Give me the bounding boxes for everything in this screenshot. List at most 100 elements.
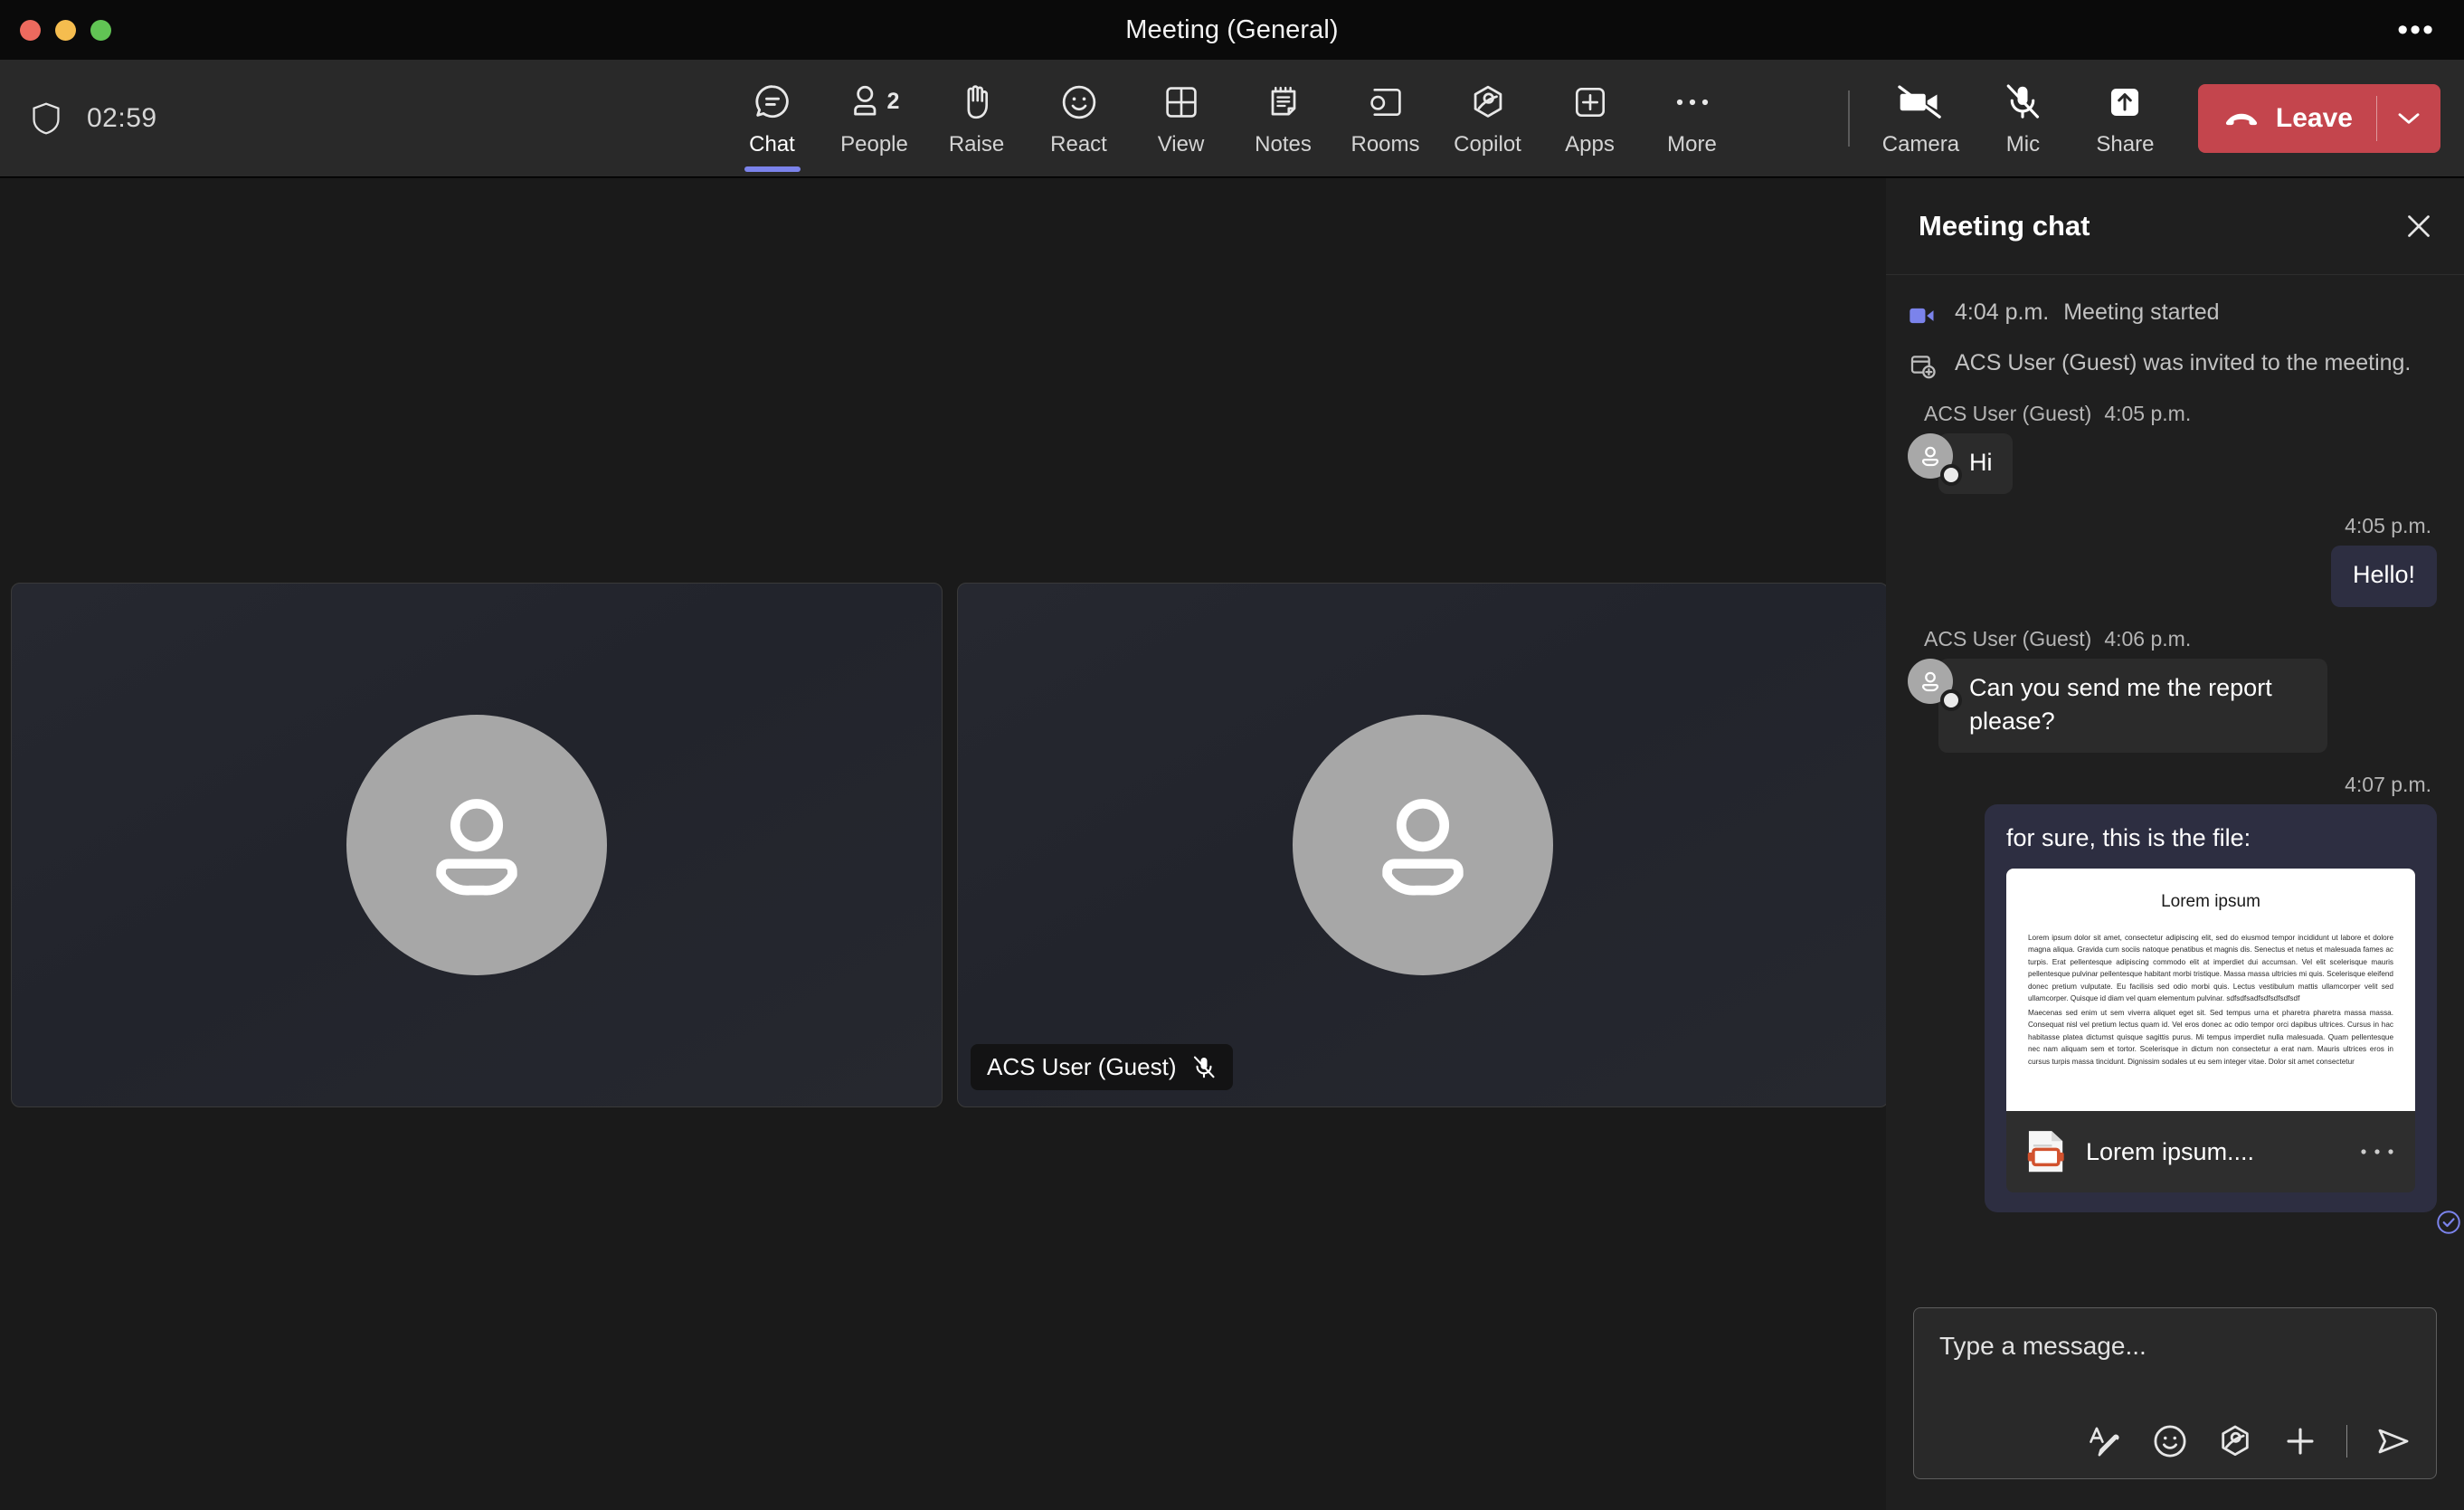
- toolbar-label-apps: Apps: [1565, 131, 1615, 157]
- mic-off-icon: [1191, 1054, 1217, 1081]
- presence-badge: [1940, 689, 1962, 711]
- video-tile-remote[interactable]: ACS User (Guest): [957, 583, 1889, 1107]
- close-icon[interactable]: [2402, 210, 2435, 242]
- chat-message-list[interactable]: 4:04 p.m. Meeting started ACS User (Guest…: [1886, 275, 2464, 1295]
- toolbar-label-view: View: [1157, 131, 1205, 157]
- preview-paragraph-2: Maecenas sed enim ut sem viverra aliquet…: [2028, 1008, 2393, 1066]
- avatar: [1293, 715, 1553, 975]
- avatar: [1908, 658, 1962, 711]
- message-time: 4:07 p.m.: [2345, 773, 2431, 796]
- chat-message-outgoing-file: 4:07 p.m. for sure, this is the file: Lo…: [1908, 773, 2460, 1234]
- title-bar: Meeting (General) •••: [0, 0, 2464, 60]
- toolbar-label-camera: Camera: [1881, 132, 1960, 157]
- toolbar-button-view[interactable]: View: [1130, 70, 1232, 167]
- toolbar-button-copilot[interactable]: Copilot: [1436, 70, 1539, 167]
- leave-meeting-main[interactable]: Leave: [2198, 84, 2376, 153]
- rooms-icon: [1367, 81, 1405, 124]
- chevron-down-icon: [2395, 109, 2422, 128]
- video-tile-local[interactable]: [11, 583, 943, 1107]
- preview-paragraph-1: Lorem ipsum dolor sit amet, consectetur …: [2028, 934, 2393, 1003]
- toolbar-button-people[interactable]: 2 People: [823, 70, 925, 167]
- message-bubble: Hello!: [2330, 546, 2437, 607]
- message-input[interactable]: Type a message...: [1914, 1308, 2436, 1361]
- chat-message-incoming-2: ACS User (Guest) 4:06 p.m. Can you send m…: [1908, 627, 2437, 753]
- file-preview-thumbnail: Lorem ipsum Lorem ipsum dolor sit amet, …: [2006, 869, 2415, 1111]
- avatar: [346, 715, 607, 975]
- message-time: 4:06 p.m.: [2104, 626, 2192, 651]
- share-screen-icon: [2106, 81, 2144, 124]
- toolbar-button-raise[interactable]: Raise: [925, 70, 1028, 167]
- participant-name: ACS User (Guest): [987, 1053, 1177, 1080]
- message-row: Hi: [1908, 433, 2437, 495]
- camera-off-icon: [1898, 81, 1943, 124]
- leave-meeting-button[interactable]: Leave: [2197, 84, 2440, 153]
- shield-icon: [31, 101, 62, 136]
- composer-divider: [2346, 1425, 2347, 1458]
- react-smiley-icon: [1059, 81, 1099, 124]
- message-bubble: Can you send me the report please?: [1938, 658, 2327, 753]
- system-message-text: Meeting started: [2063, 299, 2220, 325]
- delivered-check-icon: [2435, 1209, 2462, 1236]
- toolbar-button-apps[interactable]: Apps: [1539, 70, 1641, 167]
- system-message-meeting-started: 4:04 p.m. Meeting started: [1908, 297, 2437, 331]
- toolbar-button-notes[interactable]: Notes: [1232, 70, 1334, 167]
- add-participant-icon: [1908, 351, 1938, 382]
- toolbar-label-people: People: [840, 131, 908, 157]
- toolbar-left-group: 02:59: [0, 101, 814, 136]
- leave-options-button[interactable]: [2377, 84, 2440, 153]
- toolbar-label-chat: Chat: [749, 131, 795, 157]
- toolbar-button-rooms[interactable]: Rooms: [1334, 70, 1436, 167]
- teams-meeting-window: Meeting (General) ••• 02:59 Chat 2 Peopl…: [0, 0, 2464, 1510]
- toolbar-button-camera[interactable]: Camera: [1870, 70, 1972, 167]
- more-dots-icon[interactable]: [2359, 1146, 2395, 1157]
- chat-panel-header: Meeting chat: [1886, 178, 2464, 275]
- toolbar-label-share: Share: [2096, 132, 2155, 157]
- toolbar-label-notes: Notes: [1255, 131, 1312, 157]
- chat-composer[interactable]: Type a message...: [1913, 1307, 2437, 1479]
- window-more-options-icon[interactable]: •••: [2392, 14, 2440, 45]
- send-icon[interactable]: [2374, 1422, 2412, 1460]
- file-attachment-card[interactable]: Lorem ipsum Lorem ipsum dolor sit amet, …: [2006, 869, 2415, 1192]
- emoji-icon[interactable]: [2151, 1422, 2189, 1460]
- toolbar-button-more[interactable]: More: [1641, 70, 1743, 167]
- message-row: Hello!: [1908, 546, 2437, 607]
- apps-plus-icon: [1571, 81, 1609, 124]
- giphy-icon[interactable]: [2216, 1422, 2254, 1460]
- person-icon: [436, 799, 517, 896]
- message-author: ACS User (Guest): [1924, 626, 2092, 651]
- people-icon: 2: [849, 81, 900, 124]
- message-row: for sure, this is the file: Lorem ipsum …: [1908, 804, 2460, 1234]
- message-meta: ACS User (Guest) 4:06 p.m.: [1908, 627, 2437, 651]
- message-bubble-with-attachment: for sure, this is the file: Lorem ipsum …: [1985, 804, 2460, 1234]
- people-count-badge: 2: [886, 89, 900, 114]
- toolbar-label-copilot: Copilot: [1454, 131, 1521, 157]
- video-stage: ACS User (Guest): [0, 178, 1889, 1510]
- chat-composer-area: Type a message...: [1886, 1295, 2464, 1510]
- chat-message-outgoing-1: 4:05 p.m. Hello!: [1908, 514, 2437, 607]
- raise-hand-icon: [958, 81, 996, 124]
- message-meta: ACS User (Guest) 4:05 p.m.: [1908, 402, 2437, 426]
- preview-title: Lorem ipsum: [2161, 892, 2260, 911]
- video-tiles-container: ACS User (Guest): [11, 583, 1889, 1107]
- toolbar-button-mic[interactable]: Mic: [1972, 70, 2074, 167]
- toolbar-label-rooms: Rooms: [1350, 131, 1420, 157]
- message-row: Can you send me the report please?: [1908, 658, 2437, 753]
- notes-icon: [1265, 81, 1302, 124]
- message-author: ACS User (Guest): [1924, 402, 2092, 425]
- toolbar-button-react[interactable]: React: [1028, 70, 1130, 167]
- toolbar-label-raise: Raise: [948, 131, 1005, 157]
- mic-off-icon: [2003, 81, 2042, 124]
- system-message-time: 4:04 p.m.: [1955, 299, 2050, 325]
- toolbar-label-mic: Mic: [2005, 132, 2041, 157]
- file-attachment-footer: Lorem ipsum....: [2006, 1111, 2415, 1192]
- toolbar-label-react: React: [1050, 131, 1107, 157]
- toolbar-button-share[interactable]: Share: [2074, 70, 2176, 167]
- toolbar-button-chat[interactable]: Chat: [721, 70, 823, 172]
- format-text-icon[interactable]: [2086, 1422, 2124, 1460]
- attach-plus-icon[interactable]: [2281, 1422, 2319, 1460]
- page-title: Meeting (General): [1125, 14, 1339, 44]
- message-text: for sure, this is the file:: [2006, 824, 2251, 851]
- chat-panel-title: Meeting chat: [1919, 210, 2090, 242]
- copilot-icon: [1468, 81, 1508, 124]
- chat-icon: [752, 81, 793, 124]
